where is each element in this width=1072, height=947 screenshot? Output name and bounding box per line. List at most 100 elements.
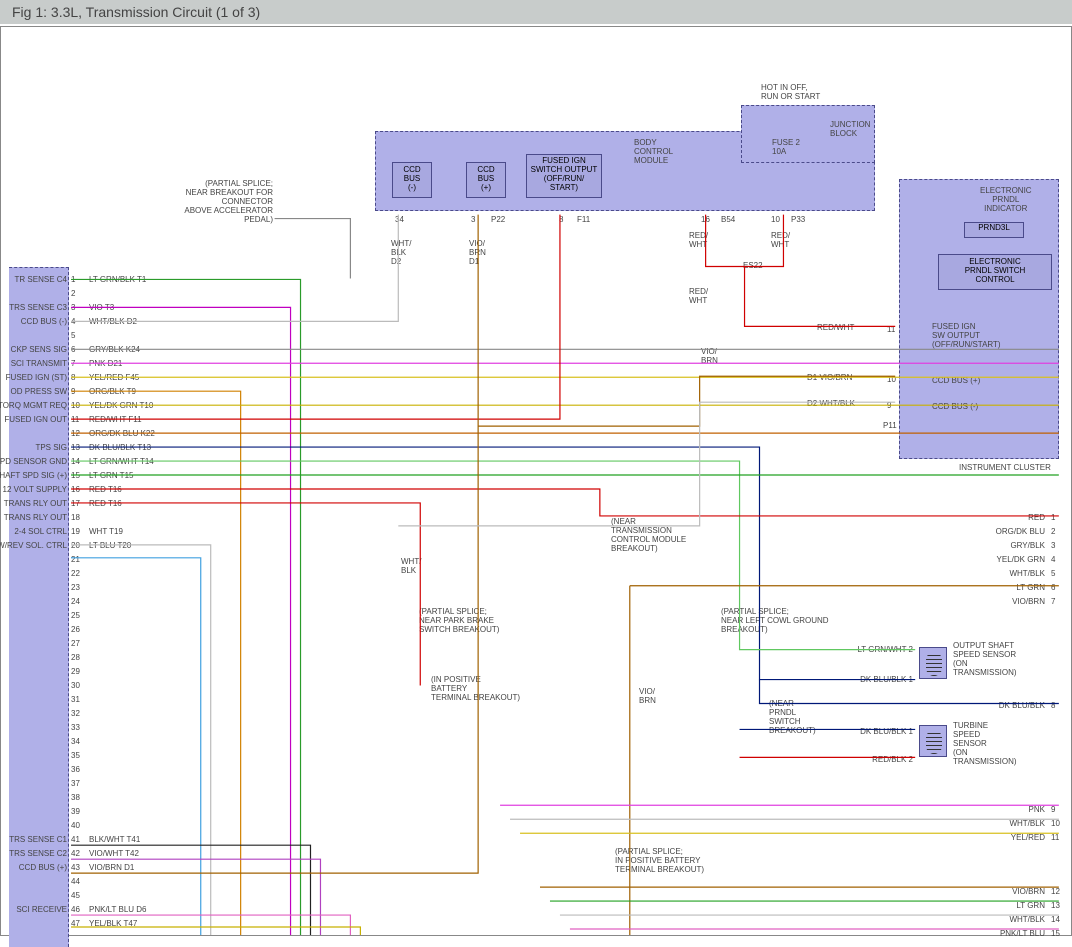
right-wire: LT GRN: [955, 901, 1045, 910]
pcm-pin-num: 17: [71, 499, 80, 508]
wl-red-wht-c: RED/ WHT: [689, 287, 708, 305]
pcm-pin-num: 32: [71, 709, 80, 718]
pcm-pin-num: 16: [71, 485, 80, 494]
right-pin-num: 5: [1051, 569, 1055, 578]
right-pin-num: 4: [1051, 555, 1055, 564]
pcm-wire-color: PNK D21: [89, 359, 122, 368]
right-wire: YEL/RED: [955, 833, 1045, 842]
pcm-signal: TRANS RLY OUT: [0, 513, 67, 522]
note-park-brake: (PARTIAL SPLICE; NEAR PARK BRAKE SWITCH …: [419, 607, 499, 634]
junction-block-label: JUNCTION BLOCK: [830, 120, 870, 138]
output-shaft-label: OUTPUT SHAFT SPEED SENSOR (ON TRANSMISSI…: [953, 641, 1017, 677]
wl-vio-brn: VIO/ BRN: [701, 347, 718, 365]
prndl-sw-label: ELECTRONIC PRNDL SWITCH CONTROL: [938, 254, 1052, 290]
pcm-signal: TRS SENSE C2: [0, 849, 67, 858]
pcm-pin-num: 24: [71, 597, 80, 606]
pcm-pin-num: 28: [71, 653, 80, 662]
pcm-pin-num: 20: [71, 541, 80, 550]
right-pin-num: 1: [1051, 513, 1055, 522]
pcm-pin-num: 33: [71, 723, 80, 732]
pcm-wire-color: LT BLU T20: [89, 541, 131, 550]
right-pin-num: 7: [1051, 597, 1055, 606]
right-wire: VIO/BRN: [955, 887, 1045, 896]
bcm-pin-f11: F11: [577, 215, 590, 224]
pcm-wire-color: YEL/BLK T47: [89, 919, 137, 928]
sensor-wire-1: LT GRN/WHT 2: [831, 645, 913, 654]
pcm-wire-color: BLK/WHT T41: [89, 835, 140, 844]
right-pin-num: 13: [1051, 901, 1060, 910]
pcm-pin-num: 21: [71, 555, 80, 564]
right-pin-num: 9: [1051, 805, 1055, 814]
pcm-pin-num: 38: [71, 793, 80, 802]
pcm-pin-num: 22: [71, 569, 80, 578]
pcm-signal: TORQ MGMT REQ: [0, 401, 67, 410]
pcm-wire-color: GRY/BLK K24: [89, 345, 140, 354]
wl-d1-viobr: D1 VIO/BRN: [807, 373, 852, 382]
pcm-wire-color: LT GRN/WHT T14: [89, 457, 154, 466]
note-pos-batt: (IN POSITIVE BATTERY TERMINAL BREAKOUT): [431, 675, 520, 702]
cluster-pin-10: 10: [887, 375, 896, 384]
cluster-pin-9: 9: [887, 401, 891, 410]
pcm-wire-color: VIO/WHT T42: [89, 849, 139, 858]
pcm-pin-num: 43: [71, 863, 80, 872]
pcm-pin-num: 35: [71, 751, 80, 760]
pcm-signal: TRANS RLY OUT: [0, 499, 67, 508]
bcm-pin-p33: P33: [791, 215, 805, 224]
pcm-wire-color: PNK/LT BLU D6: [89, 905, 147, 914]
sensor-wire-4: RED/BLK 2: [831, 755, 913, 764]
pcm-pin-num: 27: [71, 639, 80, 648]
pcm-signal: TR SENSE C4: [0, 275, 67, 284]
pcm-wire-color: VIO/BRN D1: [89, 863, 134, 872]
fuse-label: FUSE 2 10A: [772, 138, 800, 156]
sensor-wire-3: DK BLU/BLK 1: [831, 727, 913, 736]
cluster-ccd-pos: CCD BUS (+): [932, 376, 980, 385]
right-wire: RED: [955, 513, 1045, 522]
output-shaft-sensor-icon: [919, 647, 947, 679]
wl-red-wht-a: RED/ WHT: [689, 231, 708, 249]
wl-red-wht-b: RED/ WHT: [771, 231, 790, 249]
note-pos-batt2: (PARTIAL SPLICE; IN POSITIVE BATTERY TER…: [615, 847, 704, 874]
pcm-pin-num: 11: [71, 415, 79, 424]
right-wire: LT GRN: [955, 583, 1045, 592]
turbine-sensor-icon: [919, 725, 947, 757]
right-pin-num: 11: [1051, 833, 1059, 842]
pcm-wire-color: YEL/DK GRN T10: [89, 401, 153, 410]
pcm-signal: FUSED IGN OUT: [0, 415, 67, 424]
bcm-pin-p22: P22: [491, 215, 505, 224]
pcm-signal: 2-4 SOL CTRL: [0, 527, 67, 536]
pcm-wire-color: WHT T19: [89, 527, 123, 536]
bcm-fused-ign: FUSED IGN SWITCH OUTPUT (OFF/RUN/ START): [526, 154, 602, 198]
pcm-signal: SPD SENSOR GND: [0, 457, 67, 466]
wl-d2-whtblk: D2 WHT/BLK: [807, 399, 855, 408]
pcm-wire-color: ORG/DK BLU K22: [89, 429, 155, 438]
pcm-pin-num: 34: [71, 737, 80, 746]
pcm-pin-num: 18: [71, 513, 80, 522]
pcm-pin-num: 42: [71, 849, 80, 858]
pcm-wire-color: YEL/RED F45: [89, 373, 139, 382]
pcm-pin-num: 45: [71, 891, 80, 900]
sensor-wire-2: DK BLU/BLK 1: [831, 675, 913, 684]
right-wire: GRY/BLK: [955, 541, 1045, 550]
wl-es22: ES22: [743, 261, 763, 270]
right-pin-num: 10: [1051, 819, 1060, 828]
bcm-pin-3: 3: [471, 215, 475, 224]
figure-title: Fig 1: 3.3L, Transmission Circuit (1 of …: [12, 4, 260, 20]
pcm-pin-num: 41: [71, 835, 80, 844]
pcm-signal: CCD BUS (+): [0, 863, 67, 872]
pcm-pin-num: 19: [71, 527, 80, 536]
pcm-wire-color: LT GRN T15: [89, 471, 133, 480]
note-accel: (PARTIAL SPLICE; NEAR BREAKOUT FOR CONNE…: [143, 179, 273, 224]
pcm-pin-num: 47: [71, 919, 80, 928]
pcm-pin-num: 3: [71, 303, 75, 312]
right-pin-num: 2: [1051, 527, 1055, 536]
pcm-signal: SHAFT SPD SIG (+): [0, 471, 67, 480]
pcm-pin-num: 5: [71, 331, 75, 340]
pcm-pin-num: 26: [71, 625, 80, 634]
turbine-label: TURBINE SPEED SENSOR (ON TRANSMISSION): [953, 721, 1017, 766]
prndl-ind-label: ELECTRONIC PRNDL INDICATOR: [980, 186, 1032, 213]
bcm-pin-8: 8: [559, 215, 563, 224]
pcm-signal: FUSED IGN (ST): [0, 373, 67, 382]
pcm-wire-color: WHT/BLK D2: [89, 317, 137, 326]
pcm-pin-num: 15: [71, 471, 80, 480]
note-cowl: (PARTIAL SPLICE; NEAR LEFT COWL GROUND B…: [721, 607, 829, 634]
